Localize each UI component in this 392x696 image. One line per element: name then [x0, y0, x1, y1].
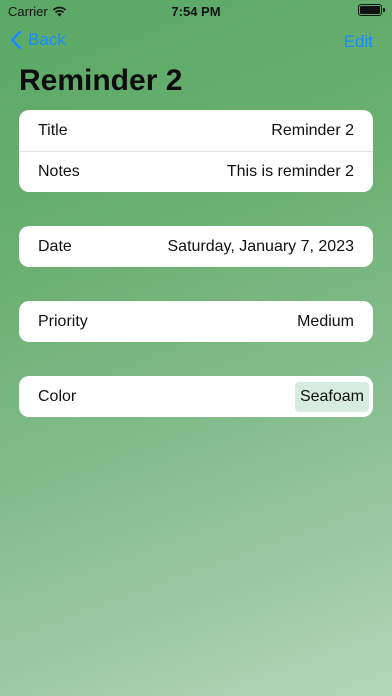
date-row: Date Saturday, January 7, 2023: [19, 226, 373, 267]
title-row: Title Reminder 2: [19, 110, 373, 151]
date-card: Date Saturday, January 7, 2023: [19, 226, 373, 267]
notes-row: Notes This is reminder 2: [19, 151, 373, 192]
priority-label: Priority: [38, 312, 88, 330]
date-value: Saturday, January 7, 2023: [167, 237, 355, 255]
clock: 7:54 PM: [171, 4, 221, 19]
battery-icon: [358, 4, 385, 16]
notes-value: This is reminder 2: [226, 163, 354, 180]
page-title: Reminder 2: [19, 64, 183, 97]
title-value: Reminder 2: [271, 121, 354, 139]
color-card: Color Seafoam: [19, 376, 373, 417]
notes-label: Notes: [38, 163, 80, 180]
details-card: Title Reminder 2 Notes This is reminder …: [19, 110, 373, 192]
status-bar: Carrier 7:54 PM: [0, 0, 392, 22]
color-row: Color Seafoam: [19, 376, 373, 417]
navigation-bar: Back Edit: [0, 28, 392, 54]
priority-value: Medium: [297, 312, 354, 330]
edit-button[interactable]: Edit: [344, 32, 373, 52]
color-chip: Seafoam: [294, 381, 369, 412]
title-label: Title: [38, 121, 68, 139]
chevron-left-icon: [10, 30, 22, 50]
back-button[interactable]: Back: [10, 30, 66, 50]
color-label: Color: [38, 387, 77, 405]
priority-row: Priority Medium: [19, 301, 373, 342]
priority-card: Priority Medium: [19, 301, 373, 342]
back-label: Back: [28, 30, 66, 49]
date-label: Date: [38, 237, 72, 255]
